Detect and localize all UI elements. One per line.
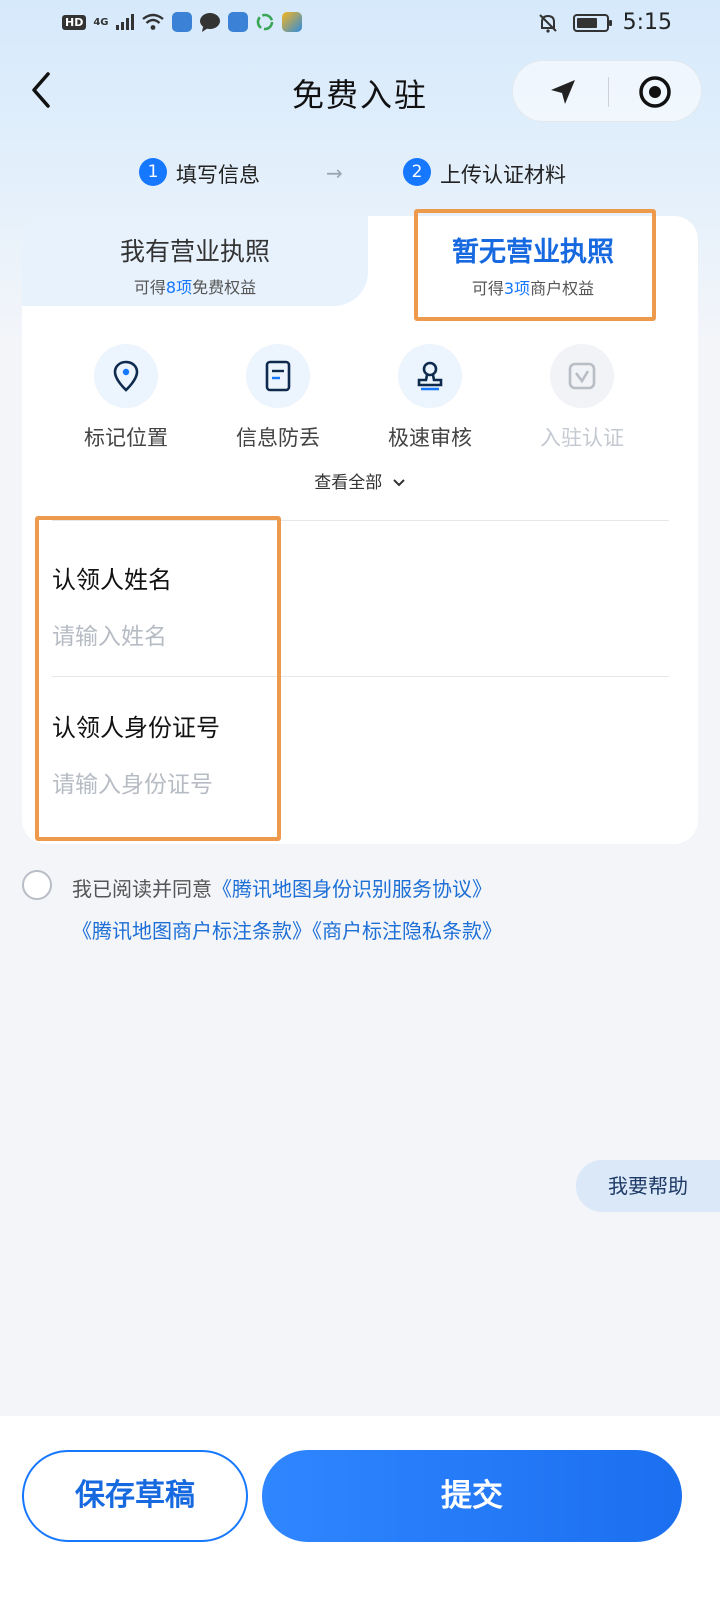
identity-service-agreement-link[interactable]: 《腾讯地图身份识别服务协议》 bbox=[212, 877, 492, 901]
id-number-input[interactable] bbox=[52, 765, 652, 805]
step-1-number: 1 bbox=[139, 158, 167, 186]
tab-title: 我有营业执照 bbox=[119, 237, 270, 266]
benefit-info-safe: 信息防丢 bbox=[218, 344, 338, 452]
network-type: 4G bbox=[93, 16, 109, 28]
see-all-button[interactable]: 查看全部 bbox=[22, 468, 698, 493]
verified-icon bbox=[568, 362, 596, 390]
clock: 5:15 bbox=[622, 10, 672, 35]
app-notification-icon bbox=[227, 12, 248, 32]
agreement-checkbox[interactable] bbox=[22, 870, 52, 900]
step-arrow-icon: → bbox=[326, 161, 343, 185]
benefit-mark-location: 标记位置 bbox=[66, 344, 186, 452]
signal-icon bbox=[115, 14, 134, 30]
hd-indicator: HD bbox=[62, 14, 87, 30]
step-2-number: 2 bbox=[403, 158, 431, 186]
close-target-icon[interactable] bbox=[637, 74, 673, 110]
id-number-field-label: 认领人身份证号 bbox=[52, 714, 220, 742]
recycle-icon bbox=[256, 13, 273, 31]
location-arrow-icon[interactable] bbox=[547, 76, 579, 108]
chevron-down-icon bbox=[392, 479, 405, 487]
stamp-icon bbox=[417, 361, 443, 391]
tab-title: 暂无营业执照 bbox=[452, 237, 614, 268]
app-notification-icon bbox=[281, 12, 302, 32]
wifi-icon bbox=[141, 13, 164, 30]
step-2-label: 上传认证材料 bbox=[440, 163, 566, 187]
status-bar: HD 4G 5:15 bbox=[0, 0, 720, 50]
tab-subtitle: 可得8项免费权益 bbox=[133, 278, 257, 297]
benefit-verification: 入驻认证 bbox=[522, 344, 642, 452]
submit-button[interactable]: 提交 bbox=[262, 1450, 682, 1542]
document-icon bbox=[265, 360, 291, 392]
benefits-row: 标记位置 信息防丢 极速审核 入驻认证 bbox=[22, 344, 698, 454]
merchant-terms-link[interactable]: 《腾讯地图商户标注条款》 bbox=[72, 919, 312, 943]
tab-with-license[interactable]: 我有营业执照 可得8项免费权益 bbox=[22, 216, 368, 306]
save-draft-button[interactable]: 保存草稿 bbox=[22, 1450, 248, 1542]
capsule-divider bbox=[608, 77, 609, 107]
agreement-text: 我已阅读并同意《腾讯地图身份识别服务协议》 bbox=[72, 877, 492, 901]
tab-subtitle: 可得3项商户权益 bbox=[471, 279, 595, 298]
agreement-text-line2: 《腾讯地图商户标注条款》《商户标注隐私条款》 bbox=[72, 915, 502, 944]
progress-steps: 1 填写信息 → 2 上传认证材料 bbox=[0, 158, 720, 198]
divider bbox=[52, 520, 669, 521]
tab-no-license[interactable]: 暂无营业执照 可得3项商户权益 bbox=[368, 216, 698, 306]
name-field-label: 认领人姓名 bbox=[52, 566, 172, 594]
bottom-action-bar: 保存草稿 提交 bbox=[0, 1416, 720, 1600]
form-card: 我有营业执照 可得8项免费权益 暂无营业执照 可得3项商户权益 标记位置 信息防… bbox=[22, 216, 698, 844]
app-notification-icon bbox=[171, 12, 192, 32]
mute-bell-icon bbox=[538, 13, 557, 33]
help-button[interactable]: 我要帮助 bbox=[576, 1160, 720, 1212]
message-icon bbox=[199, 13, 220, 32]
location-pin-icon bbox=[113, 360, 139, 392]
step-1-label: 填写信息 bbox=[176, 163, 260, 187]
battery-icon bbox=[572, 13, 612, 32]
mini-program-capsule bbox=[512, 60, 702, 122]
privacy-terms-link[interactable]: 《商户标注隐私条款》 bbox=[312, 919, 502, 943]
name-input[interactable] bbox=[52, 617, 652, 657]
divider bbox=[52, 676, 669, 677]
benefit-fast-review: 极速审核 bbox=[370, 344, 490, 452]
